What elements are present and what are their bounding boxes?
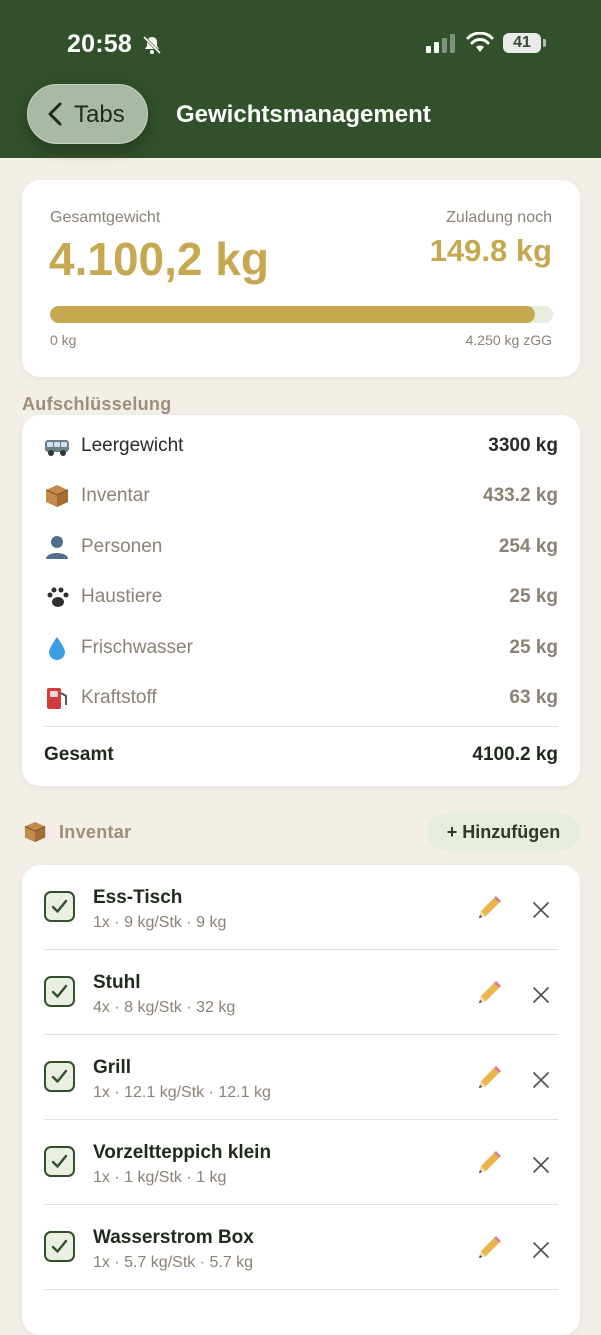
total-weight-label: Gesamtgewicht — [50, 209, 161, 226]
remaining-payload-label: Zuladung noch — [446, 209, 552, 226]
breakdown-label: Personen — [81, 536, 163, 557]
checkmark-icon — [51, 1069, 68, 1083]
breakdown-row-personen: Personen 254 kg — [22, 522, 580, 572]
item-name: Wasserstrom Box — [93, 1227, 254, 1248]
back-button-label: Tabs — [74, 101, 125, 128]
breakdown-section-title: Aufschlüsselung — [22, 394, 172, 414]
breakdown-row-haustiere: Haustiere 25 kg — [22, 572, 580, 622]
checkmark-icon — [51, 1154, 68, 1168]
inventory-list: Ess-Tisch 1x · 9 kg/Stk · 9 kg Stuhl 4x … — [22, 865, 580, 1335]
breakdown-row-inventar: Inventar 433.2 kg — [22, 471, 580, 521]
battery-icon: 41 — [503, 33, 541, 53]
chevron-left-icon — [48, 102, 62, 126]
person-icon — [46, 536, 68, 559]
back-button[interactable]: Tabs — [27, 84, 148, 144]
bell-slash-icon — [142, 35, 162, 55]
breakdown-label: Leergewicht — [81, 435, 184, 456]
close-icon[interactable] — [531, 900, 551, 920]
checkmark-icon — [51, 899, 68, 913]
breakdown-row-frischwasser: Frischwasser 25 kg — [22, 623, 580, 673]
item-meta: 1x · 1 kg/Stk · 1 kg — [93, 1169, 227, 1186]
total-weight-value: 4.100,2 kg — [49, 233, 269, 285]
nav-header: 20:58 41 Tabs Gewichtsmanagement — [0, 0, 601, 158]
van-icon — [45, 440, 69, 456]
item-name: Vorzeltteppich klein — [93, 1142, 272, 1163]
progress-min-label: 0 kg — [50, 332, 77, 348]
item-name: Stuhl — [93, 972, 141, 993]
breakdown-label: Haustiere — [81, 586, 163, 607]
battery-tip — [543, 39, 546, 47]
breakdown-total-label: Gesamt — [44, 744, 114, 765]
breakdown-value: 3300 kg — [488, 435, 558, 456]
item-checkbox[interactable] — [44, 891, 75, 922]
breakdown-label: Frischwasser — [81, 637, 193, 658]
breakdown-value: 63 kg — [509, 687, 558, 708]
pencil-icon[interactable] — [475, 1234, 503, 1262]
breakdown-divider — [44, 726, 558, 727]
remaining-payload-value: 149.8 kg — [429, 233, 552, 268]
close-icon[interactable] — [531, 1070, 551, 1090]
wifi-icon — [466, 32, 494, 52]
cellular-signal-icon — [426, 34, 455, 53]
item-meta: 1x · 9 kg/Stk · 9 kg — [93, 914, 227, 931]
pencil-icon[interactable] — [475, 1149, 503, 1177]
package-icon — [24, 821, 46, 843]
item-checkbox[interactable] — [44, 1146, 75, 1177]
weight-progress-fill — [50, 306, 536, 323]
item-checkbox[interactable] — [44, 976, 75, 1007]
inventory-section-title: Inventar — [59, 822, 132, 842]
breakdown-row-leergewicht: Leergewicht 3300 kg — [22, 421, 580, 471]
page-title: Gewichtsmanagement — [176, 101, 431, 128]
close-icon[interactable] — [531, 1240, 551, 1260]
weight-progress-bar — [50, 306, 553, 323]
weight-summary-card: Gesamtgewicht Zuladung noch 4.100,2 kg 1… — [22, 180, 580, 377]
paw-icon — [47, 587, 69, 607]
row-divider — [44, 1289, 558, 1290]
add-item-button[interactable]: + Hinzufügen — [427, 813, 580, 851]
checkmark-icon — [51, 984, 68, 998]
item-meta: 1x · 12.1 kg/Stk · 12.1 kg — [93, 1084, 271, 1101]
inventory-item: Stuhl 4x · 8 kg/Stk · 32 kg — [22, 950, 580, 1035]
inventory-item: Wasserstrom Box 1x · 5.7 kg/Stk · 5.7 kg — [22, 1205, 580, 1290]
breakdown-total-value: 4100.2 kg — [472, 744, 558, 765]
item-meta: 4x · 8 kg/Stk · 32 kg — [93, 999, 236, 1016]
breakdown-value: 433.2 kg — [483, 485, 558, 506]
breakdown-card: Leergewicht 3300 kg Inventar 433.2 kg Pe… — [22, 415, 580, 786]
item-checkbox[interactable] — [44, 1231, 75, 1262]
fuel-pump-icon — [47, 688, 67, 709]
progress-max-label: 4.250 kg zGG — [465, 332, 552, 348]
pencil-icon[interactable] — [475, 894, 503, 922]
item-name: Ess-Tisch — [93, 887, 183, 908]
item-name: Grill — [93, 1057, 132, 1078]
close-icon[interactable] — [531, 985, 551, 1005]
inventory-item: Vorzeltteppich klein 1x · 1 kg/Stk · 1 k… — [22, 1120, 580, 1205]
close-icon[interactable] — [531, 1155, 551, 1175]
breakdown-value: 25 kg — [509, 637, 558, 658]
droplet-icon — [49, 637, 65, 660]
item-checkbox[interactable] — [44, 1061, 75, 1092]
breakdown-label: Inventar — [81, 485, 150, 506]
inventory-item: Grill 1x · 12.1 kg/Stk · 12.1 kg — [22, 1035, 580, 1120]
inventory-item: Ess-Tisch 1x · 9 kg/Stk · 9 kg — [22, 865, 580, 950]
package-icon — [45, 485, 69, 507]
pencil-icon[interactable] — [475, 979, 503, 1007]
breakdown-row-kraftstoff: Kraftstoff 63 kg — [22, 673, 580, 723]
pencil-icon[interactable] — [475, 1064, 503, 1092]
item-meta: 1x · 5.7 kg/Stk · 5.7 kg — [93, 1254, 254, 1271]
status-time: 20:58 — [67, 30, 132, 58]
breakdown-value: 254 kg — [498, 536, 558, 557]
checkmark-icon — [51, 1239, 68, 1253]
breakdown-label: Kraftstoff — [81, 687, 157, 708]
breakdown-value: 25 kg — [509, 586, 558, 607]
